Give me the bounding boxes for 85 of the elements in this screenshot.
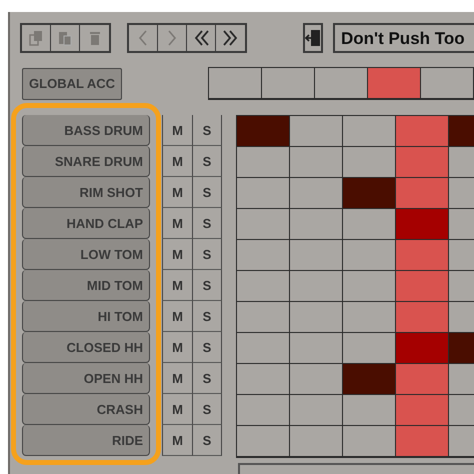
solo-button[interactable]: S xyxy=(192,301,222,332)
mute-button[interactable]: M xyxy=(162,425,192,456)
step-pad[interactable] xyxy=(237,302,290,333)
step-pad[interactable] xyxy=(290,271,343,302)
mute-button[interactable]: M xyxy=(162,146,192,177)
step-pad[interactable] xyxy=(368,68,421,99)
track-button[interactable]: RIDE xyxy=(22,425,150,456)
step-pad[interactable] xyxy=(237,364,290,395)
mute-button[interactable]: M xyxy=(162,363,192,394)
step-pad[interactable] xyxy=(290,333,343,364)
mute-button[interactable]: M xyxy=(162,394,192,425)
step-pad[interactable] xyxy=(290,302,343,333)
step-pad[interactable] xyxy=(396,364,449,395)
solo-button[interactable]: S xyxy=(192,115,222,146)
mute-button[interactable]: M xyxy=(162,239,192,270)
solo-button[interactable]: S xyxy=(192,239,222,270)
step-pad[interactable] xyxy=(396,147,449,178)
step-pad[interactable] xyxy=(290,147,343,178)
track-button[interactable]: HAND CLAP xyxy=(22,208,150,239)
step-pad[interactable] xyxy=(290,240,343,271)
step-pad[interactable] xyxy=(237,333,290,364)
step-pad[interactable] xyxy=(396,426,449,457)
exit-door-icon xyxy=(305,29,321,47)
track-button[interactable]: OPEN HH xyxy=(22,363,150,394)
track-button[interactable]: RIM SHOT xyxy=(22,177,150,208)
track-button[interactable]: HI TOM xyxy=(22,301,150,332)
step-pad[interactable] xyxy=(343,333,396,364)
step-pad[interactable] xyxy=(290,395,343,426)
solo-button[interactable]: S xyxy=(192,208,222,239)
mute-button[interactable]: M xyxy=(162,177,192,208)
mute-button[interactable]: M xyxy=(162,270,192,301)
track-button[interactable]: BASS DRUM xyxy=(22,115,150,146)
step-pad[interactable] xyxy=(290,116,343,147)
step-pad[interactable] xyxy=(290,426,343,457)
pattern-name-field[interactable]: Don't Push Too xyxy=(333,23,474,53)
step-pad[interactable] xyxy=(343,302,396,333)
double-chevron-left-icon xyxy=(193,29,209,47)
step-pad[interactable] xyxy=(343,240,396,271)
step-pad[interactable] xyxy=(396,302,449,333)
step-pad[interactable] xyxy=(290,178,343,209)
step-pad[interactable] xyxy=(343,116,396,147)
track-button[interactable]: MID TOM xyxy=(22,270,150,301)
solo-button[interactable]: S xyxy=(192,363,222,394)
step-pad[interactable] xyxy=(237,426,290,457)
global-accent-button[interactable]: GLOBAL ACC xyxy=(22,68,122,100)
step-pad[interactable] xyxy=(237,209,290,240)
solo-button[interactable]: S xyxy=(192,146,222,177)
step-pad[interactable] xyxy=(396,395,449,426)
step-pad[interactable] xyxy=(237,271,290,302)
mute-button[interactable]: M xyxy=(162,208,192,239)
step-pad[interactable] xyxy=(343,209,396,240)
step-pad[interactable] xyxy=(290,209,343,240)
step-pad[interactable] xyxy=(343,395,396,426)
paste-icon xyxy=(57,29,73,47)
mute-button[interactable]: M xyxy=(162,332,192,363)
step-pad[interactable] xyxy=(396,271,449,302)
mute-button[interactable]: M xyxy=(162,301,192,332)
step-pad[interactable] xyxy=(237,178,290,209)
step-pad[interactable] xyxy=(237,240,290,271)
step-pad[interactable] xyxy=(290,364,343,395)
solo-button[interactable]: S xyxy=(192,177,222,208)
track-button[interactable]: CLOSED HH xyxy=(22,332,150,363)
track-button[interactable]: SNARE DRUM xyxy=(22,146,150,177)
double-chevron-right-icon xyxy=(222,29,238,47)
step-pad[interactable] xyxy=(315,68,368,99)
step-pad[interactable] xyxy=(209,68,262,99)
mute-button[interactable]: M xyxy=(162,115,192,146)
track-button[interactable]: LOW TOM xyxy=(22,239,150,270)
step-pad[interactable] xyxy=(421,68,474,99)
solo-button[interactable]: S xyxy=(192,425,222,456)
track-button[interactable]: CRASH xyxy=(22,394,150,425)
step-pad[interactable] xyxy=(343,426,396,457)
step-pad[interactable] xyxy=(343,147,396,178)
copy-icon xyxy=(28,29,44,47)
solo-button[interactable]: S xyxy=(192,270,222,301)
step-pad[interactable] xyxy=(262,68,315,99)
step-pad[interactable] xyxy=(396,116,449,147)
exit-button[interactable] xyxy=(303,23,323,53)
step-pad[interactable] xyxy=(237,147,290,178)
step-pad[interactable] xyxy=(237,395,290,426)
solo-button[interactable]: S xyxy=(192,394,222,425)
step-pad[interactable] xyxy=(396,240,449,271)
solo-button[interactable]: S xyxy=(192,332,222,363)
step-pad[interactable] xyxy=(396,178,449,209)
step-pad[interactable] xyxy=(343,271,396,302)
